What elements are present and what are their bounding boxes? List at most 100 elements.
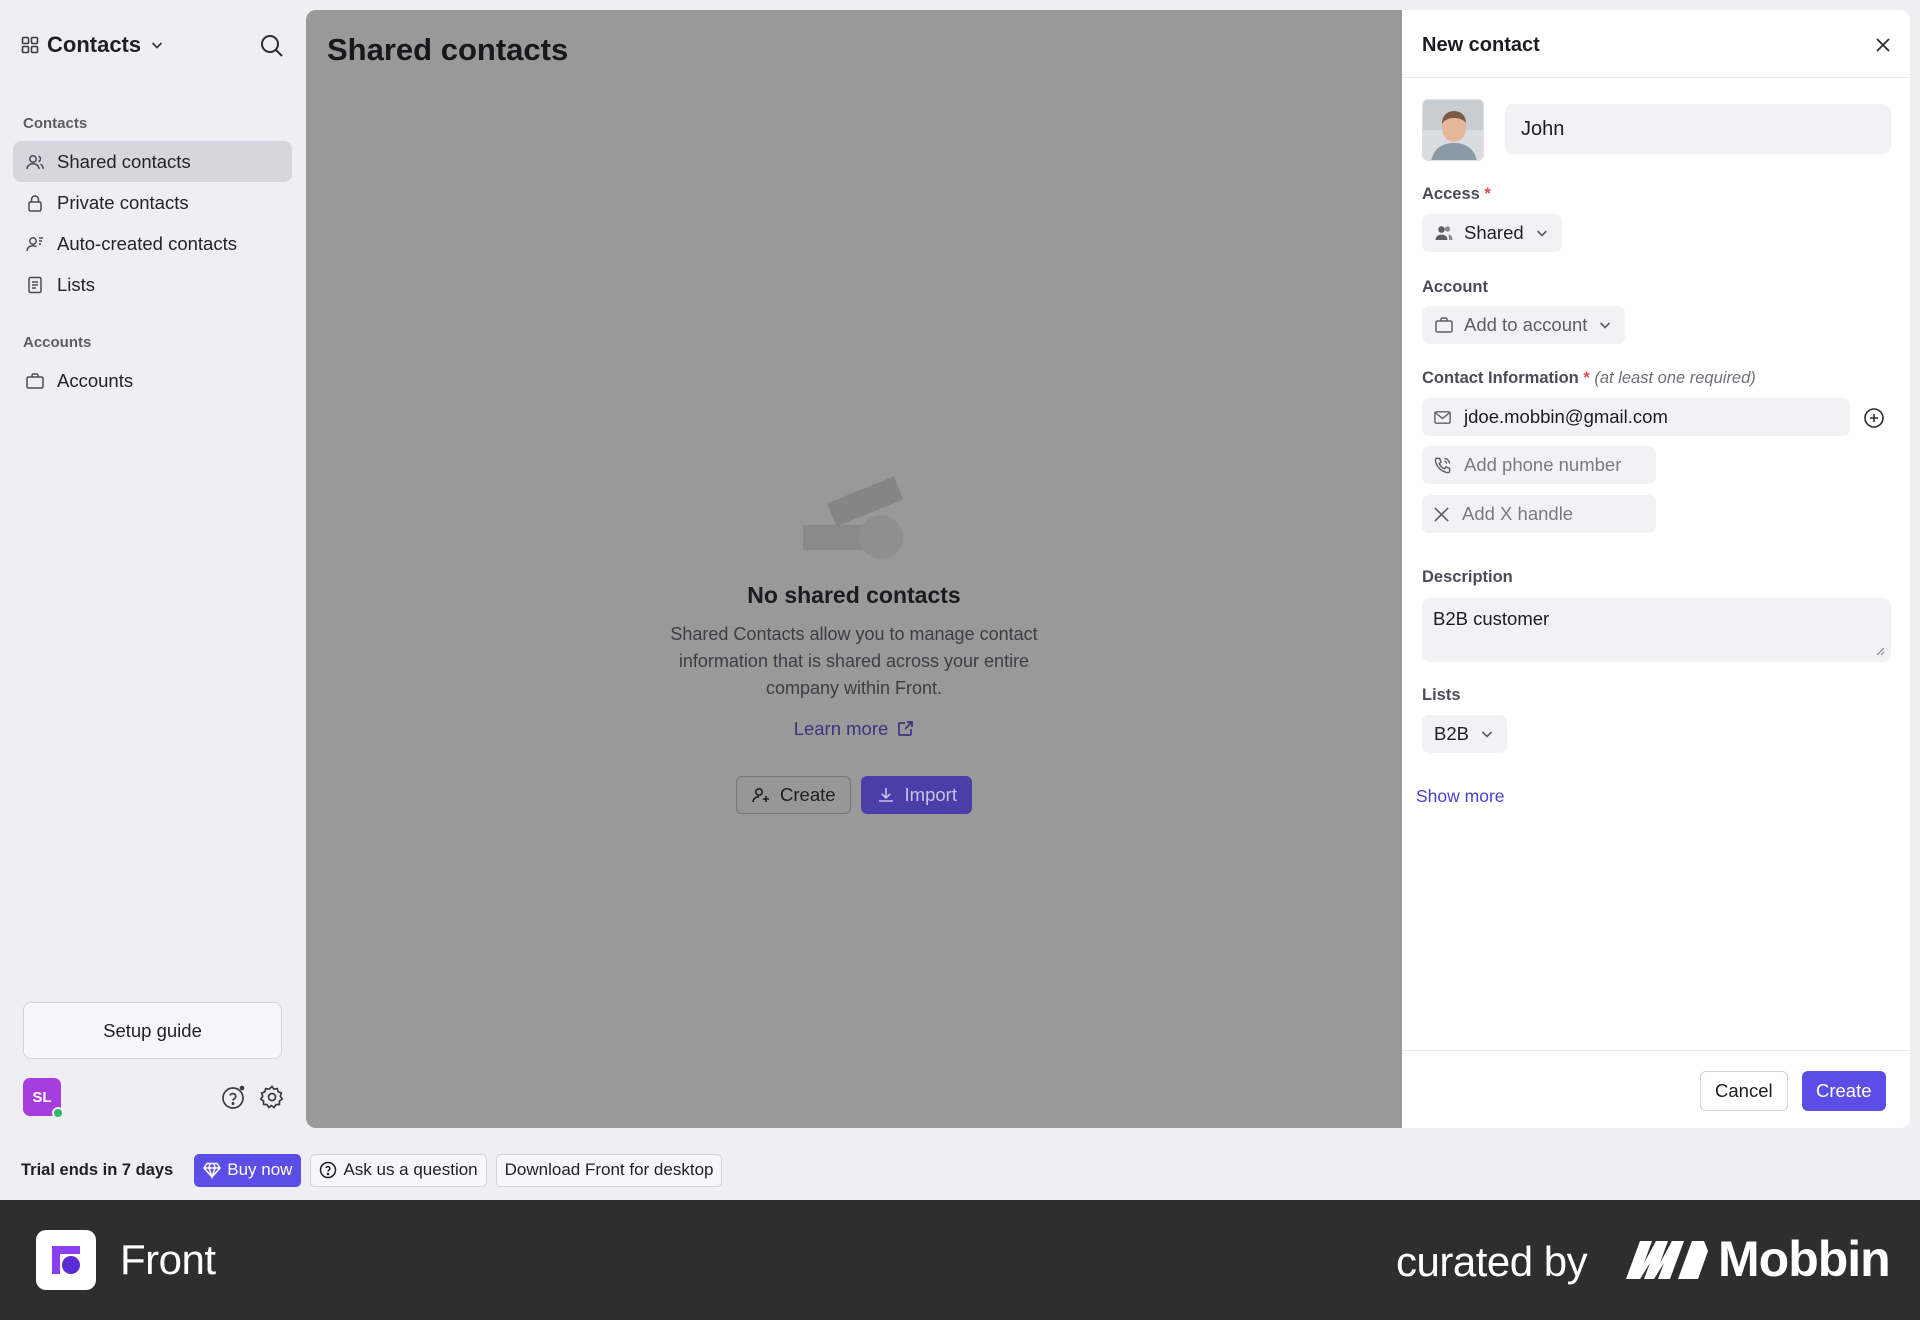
mobbin-mark-icon — [1626, 1239, 1708, 1279]
online-status-dot — [52, 1107, 64, 1119]
app-name: Contacts — [47, 32, 142, 57]
mobbin-logo: Mobbin — [1626, 1230, 1891, 1288]
account-placeholder: Add to account — [1464, 314, 1588, 335]
contact-info-label-text: Contact Information — [1422, 369, 1579, 387]
sidebar-item-shared-contacts[interactable]: Shared contacts — [13, 141, 292, 182]
cancel-button[interactable]: Cancel — [1700, 1071, 1788, 1111]
grid-icon — [21, 36, 39, 54]
learn-more-label: Learn more — [793, 718, 889, 739]
x-handle-placeholder: Add X handle — [1462, 503, 1574, 524]
empty-title: No shared contacts — [747, 582, 961, 608]
sidebar: Contacts Contacts Shared contacts Privat… — [0, 0, 306, 1140]
sidebar-item-label: Accounts — [57, 369, 134, 391]
front-logo-icon — [36, 1230, 96, 1290]
x-handle-field[interactable]: Add X handle — [1422, 495, 1656, 533]
ask-question-label: Ask us a question — [343, 1160, 478, 1179]
panel-title: New contact — [1422, 34, 1540, 56]
access-select[interactable]: Shared — [1422, 214, 1562, 252]
access-label-text: Access — [1422, 185, 1480, 203]
import-button[interactable]: Import — [860, 776, 972, 814]
trial-bar: Trial ends in 7 days Buy now Ask us a qu… — [0, 1150, 1920, 1190]
required-mark: * — [1583, 369, 1590, 387]
empty-description: Shared Contacts allow you to manage cont… — [670, 624, 1038, 698]
settings-button[interactable] — [258, 1083, 286, 1111]
access-label: Access * — [1422, 185, 1491, 204]
phone-placeholder: Add phone number — [1464, 454, 1622, 475]
description-textarea[interactable]: B2B customer — [1422, 598, 1891, 662]
avatar[interactable]: SL — [23, 1078, 64, 1119]
empty-illustration — [789, 465, 919, 560]
search-button[interactable] — [258, 32, 288, 62]
email-value: jdoe.mobbin@gmail.com — [1464, 406, 1668, 427]
add-contact-info-button[interactable] — [1862, 406, 1886, 430]
mail-icon — [1433, 408, 1452, 427]
help-button[interactable] — [220, 1083, 248, 1111]
briefcase-icon — [1434, 315, 1454, 335]
plus-circle-icon — [1862, 406, 1886, 430]
search-icon — [258, 32, 288, 60]
app-switcher[interactable]: Contacts — [21, 32, 165, 58]
sidebar-item-accounts[interactable]: Accounts — [13, 360, 292, 401]
main-content-overlay: Shared contacts No shared contacts Share… — [306, 10, 1402, 1128]
phone-icon — [1433, 456, 1452, 475]
sidebar-item-label: Shared contacts — [57, 150, 191, 172]
empty-actions: Create Import — [306, 776, 1402, 814]
buy-now-button[interactable]: Buy now — [194, 1153, 302, 1187]
gear-icon — [258, 1083, 286, 1111]
panel-header: New contact — [1402, 10, 1910, 78]
buy-now-label: Buy now — [227, 1160, 293, 1179]
users-icon — [1434, 223, 1454, 243]
close-button[interactable] — [1872, 34, 1894, 56]
diamond-icon — [203, 1161, 222, 1179]
x-logo-icon — [1433, 506, 1450, 523]
brand-footer: Front curated by Mobbin — [0, 1200, 1920, 1320]
contact-info-label: Contact Information * (at least one requ… — [1422, 369, 1756, 388]
sidebar-item-auto-created-contacts[interactable]: Auto-created contacts — [13, 223, 292, 264]
contact-info-hint: (at least one required) — [1594, 369, 1756, 387]
external-link-icon — [896, 720, 914, 738]
email-field[interactable]: jdoe.mobbin@gmail.com — [1422, 398, 1850, 436]
ask-question-button[interactable]: Ask us a question — [310, 1153, 487, 1187]
lists-select[interactable]: B2B — [1422, 715, 1507, 753]
create-button[interactable]: Create — [1802, 1071, 1886, 1111]
sidebar-item-lists[interactable]: Lists — [13, 264, 292, 305]
user-plus-icon — [751, 785, 771, 805]
show-more-link[interactable]: Show more — [1416, 786, 1505, 807]
setup-guide-button[interactable]: Setup guide — [23, 1002, 282, 1059]
users-icon — [25, 152, 45, 172]
account-select[interactable]: Add to account — [1422, 306, 1626, 344]
chevron-down-icon — [1597, 317, 1613, 333]
lists-value: B2B — [1434, 723, 1469, 744]
avatar-initials: SL — [32, 1088, 52, 1106]
sidebar-item-label: Private contacts — [57, 191, 189, 213]
front-brand-name: Front — [120, 1236, 216, 1283]
create-contact-button[interactable]: Create — [736, 776, 851, 814]
learn-more-link[interactable]: Learn more — [794, 718, 915, 740]
new-contact-panel: New contact Access * Shared Account — [1402, 10, 1910, 1128]
briefcase-icon — [25, 371, 45, 391]
download-desktop-button[interactable]: Download Front for desktop — [495, 1153, 723, 1187]
chevron-down-icon — [149, 37, 165, 53]
curated-by-text: curated by — [1396, 1238, 1588, 1285]
contact-photo[interactable] — [1422, 99, 1484, 161]
empty-state: No shared contacts Shared Contacts allow… — [306, 465, 1402, 814]
sidebar-item-private-contacts[interactable]: Private contacts — [13, 182, 292, 223]
sidebar-item-label: Auto-created contacts — [57, 232, 237, 254]
mobbin-name: Mobbin — [1718, 1231, 1891, 1287]
page-title: Shared contacts — [327, 32, 569, 67]
list-icon — [25, 275, 45, 295]
resize-handle-icon[interactable] — [1875, 646, 1885, 656]
access-value: Shared — [1464, 222, 1524, 243]
help-circle-icon — [319, 1161, 337, 1179]
section-label-contacts: Contacts — [23, 115, 88, 132]
contact-name-input[interactable] — [1505, 104, 1891, 154]
user-auto-icon — [25, 234, 45, 254]
required-mark: * — [1484, 185, 1491, 203]
description-value: B2B customer — [1433, 608, 1550, 629]
phone-field[interactable]: Add phone number — [1422, 446, 1656, 484]
create-label: Create — [780, 784, 836, 805]
help-icon — [220, 1083, 248, 1111]
account-label: Account — [1422, 278, 1488, 296]
panel-footer: Cancel Create — [1402, 1050, 1910, 1128]
download-icon — [876, 785, 896, 805]
